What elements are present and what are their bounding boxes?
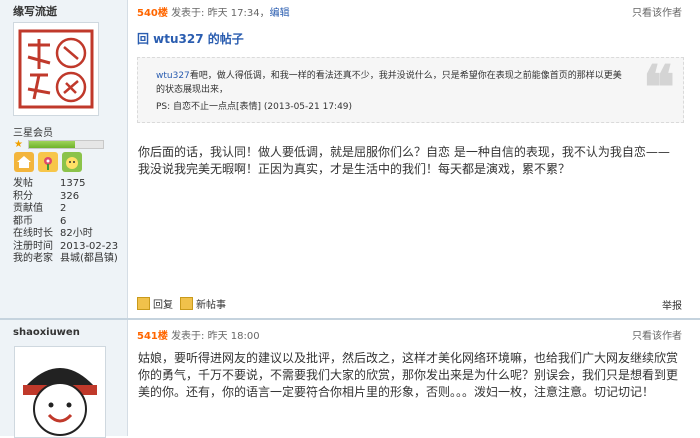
edit-link[interactable]: 编辑	[270, 8, 290, 19]
home-icon[interactable]	[14, 152, 34, 172]
new-post-icon	[180, 297, 193, 310]
stat-label: 都币	[13, 215, 33, 227]
seal-avatar-image	[18, 29, 94, 109]
stat-row: 都币 6	[13, 216, 118, 229]
new-post-button[interactable]: 新帖事	[180, 296, 226, 311]
post-header: 540楼 发表于: 昨天 17:34，编辑	[137, 4, 290, 19]
post-body: 你后面的话，我认同！做人要低调，就是屈服你们么？自恋 是一种自信的表现，我不认为…	[138, 145, 670, 176]
stat-label: 我的老家	[13, 253, 53, 264]
stat-value: 6	[60, 215, 67, 227]
cartoon-avatar-image	[15, 347, 105, 437]
quote-content: 看吧，做人得低调，和我一样的看法还真不少，我并没说什么，只是希望你在表现之前能像…	[156, 71, 622, 95]
avatar[interactable]	[13, 22, 99, 116]
stat-label: 贡献值	[13, 203, 43, 214]
author-name[interactable]: shaoxiuwen	[13, 327, 80, 338]
author-name[interactable]: 缘写流逝	[13, 3, 57, 19]
avatar[interactable]	[14, 346, 106, 438]
stat-value: 82小时	[60, 228, 93, 239]
stat-row: 积分 326	[13, 191, 118, 204]
star-icon: ★	[14, 139, 23, 150]
floor-number[interactable]: 540楼	[137, 8, 168, 19]
quote-text: wtu327看吧，做人得低调，和我一样的看法还真不少，我并没说什么，只是希望你在…	[156, 69, 626, 97]
report-link[interactable]: 举报	[662, 297, 682, 312]
pet-icon[interactable]	[62, 152, 82, 172]
stat-label: 积分	[13, 190, 33, 202]
only-author-link[interactable]: 只看该作者	[632, 327, 682, 342]
stat-row: 我的老家 县城(都昌镇)	[13, 253, 118, 266]
stat-row: 发帖 1375	[13, 178, 118, 191]
stat-row: 在线时长 82小时	[13, 228, 118, 241]
post-header: 541楼 发表于: 昨天 18:00	[137, 327, 260, 342]
stat-value: 1375	[60, 178, 86, 189]
reply-label: 回复	[153, 300, 173, 311]
member-rank: 三星会员	[13, 128, 53, 139]
stat-value: 2	[60, 203, 67, 214]
stat-value[interactable]: 县城(都昌镇)	[60, 253, 118, 266]
stat-value: 326	[60, 190, 80, 202]
stat-label: 发帖	[13, 178, 33, 189]
separator: ，	[259, 8, 270, 19]
floor-number[interactable]: 541楼	[137, 331, 168, 342]
post-time: 发表于: 昨天 18:00	[171, 331, 260, 342]
flower-icon[interactable]	[38, 152, 58, 172]
stat-value: 2013-02-23	[60, 240, 119, 252]
quote-author-link[interactable]: wtu327	[156, 71, 190, 81]
post-body: 姑娘，要听得进网友的建议以及批评，然后改之，这样才美化网络环境嘛，也给我们广大网…	[138, 351, 679, 399]
only-author-link[interactable]: 只看该作者	[632, 4, 682, 19]
author-stats: 发帖 1375 积分 326 贡献值 2 都币 6 在线时长 82小时 注册时间 2013-…	[13, 178, 118, 266]
reply-title[interactable]: 回 wtu327 的帖子	[137, 30, 244, 47]
stat-label: 在线时长	[13, 228, 53, 239]
quote-signature: PS: 自恋不止一点点[表情] (2013-05-21 17:49)	[156, 102, 353, 112]
post-time: 发表于: 昨天 17:34	[171, 8, 260, 19]
post-divider	[0, 318, 700, 320]
reply-button[interactable]: 回复	[137, 296, 173, 311]
level-progress-fill	[29, 141, 75, 148]
quote-block: wtu327看吧，做人得低调，和我一样的看法还真不少，我并没说什么，只是希望你在…	[137, 57, 684, 123]
level-progress-bar	[28, 140, 104, 149]
new-post-label: 新帖事	[196, 300, 226, 311]
quote-mark-icon: ❝	[642, 53, 675, 123]
stat-row: 贡献值 2	[13, 203, 118, 216]
stat-row: 注册时间 2013-02-23	[13, 241, 118, 254]
stat-label: 注册时间	[13, 240, 53, 252]
reply-icon	[137, 297, 150, 310]
